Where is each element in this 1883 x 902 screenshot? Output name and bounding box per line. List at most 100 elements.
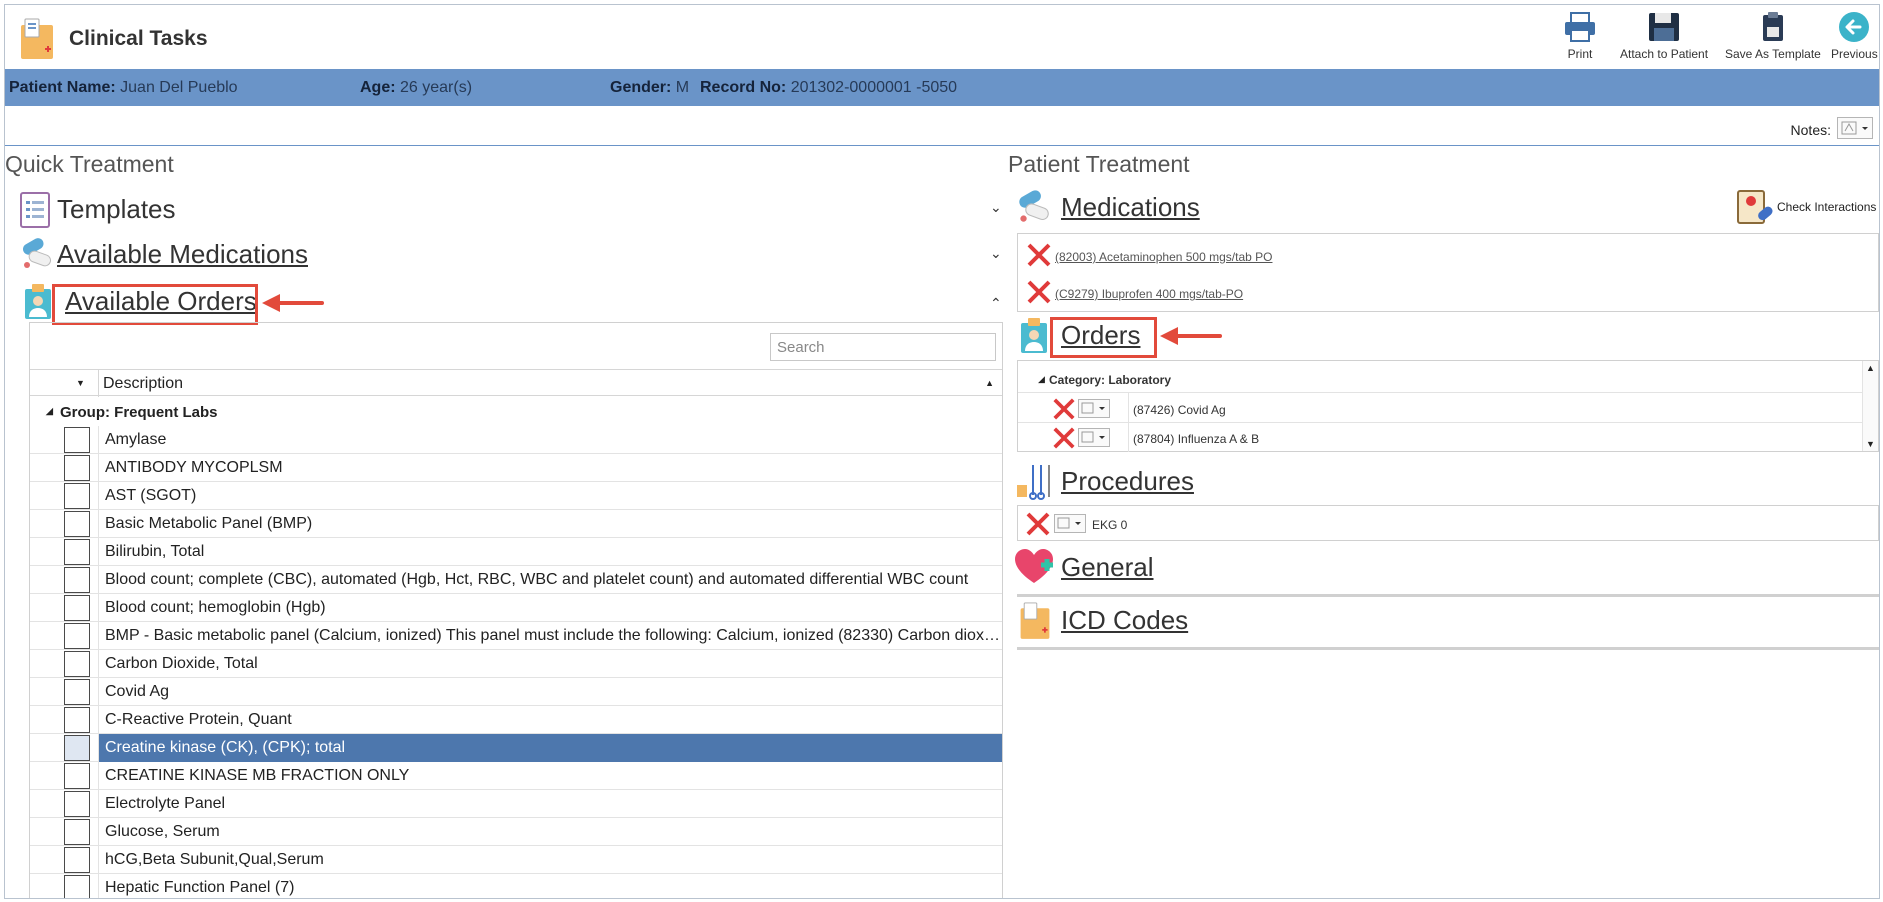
attach-to-patient-button[interactable]: Attach to Patient: [1620, 11, 1708, 61]
order-checkbox[interactable]: [64, 623, 90, 649]
order-row[interactable]: Blood count; complete (CBC), automated (…: [30, 566, 1002, 594]
order-description: Basic Metabolic Panel (BMP): [98, 510, 1002, 538]
order-row[interactable]: C-Reactive Protein, Quant: [30, 706, 1002, 734]
scroll-down-icon[interactable]: ▼: [1866, 439, 1875, 449]
order-row[interactable]: Blood count; hemoglobin (Hgb): [30, 594, 1002, 622]
medications-header[interactable]: Medications: [1015, 187, 1200, 227]
collapse-triangle-icon[interactable]: ◢: [1038, 374, 1045, 385]
order-note-dropdown[interactable]: [1078, 399, 1110, 418]
record-label: Record No:: [700, 79, 787, 96]
order-checkbox[interactable]: [64, 595, 90, 621]
medications-chevron-down-icon[interactable]: ⌄: [990, 245, 1002, 262]
check-interactions-button[interactable]: Check Interactions: [1735, 187, 1876, 227]
templates-header[interactable]: Templates: [19, 189, 176, 229]
sort-ascending-icon[interactable]: ▲: [985, 378, 994, 388]
order-row[interactable]: Bilirubin, Total: [30, 538, 1002, 566]
collapse-triangle-icon[interactable]: ◢: [46, 406, 53, 417]
procedures-list: EKG 0: [1017, 505, 1879, 541]
delete-x-icon[interactable]: [1026, 242, 1052, 268]
notes-dropdown[interactable]: [1837, 117, 1873, 139]
order-checkbox[interactable]: [64, 679, 90, 705]
order-checkbox[interactable]: [64, 819, 90, 845]
icd-codes-label: ICD Codes: [1061, 604, 1189, 635]
order-row[interactable]: CREATINE KINASE MB FRACTION ONLY: [30, 762, 1002, 790]
order-description: Hepatic Function Panel (7): [98, 874, 1002, 898]
procedures-label: Procedures: [1061, 465, 1194, 496]
order-checkbox[interactable]: [64, 763, 90, 789]
order-item-covid-ag: (87426) Covid Ag: [1133, 403, 1226, 417]
procedure-item-ekg: EKG 0: [1092, 518, 1128, 532]
templates-chevron-down-icon[interactable]: ⌄: [990, 199, 1002, 216]
available-medications-header[interactable]: Available Medications: [19, 235, 308, 273]
age-label: Age:: [360, 79, 396, 96]
order-description: AST (SGOT): [98, 482, 1002, 510]
order-checkbox[interactable]: [64, 791, 90, 817]
clinical-folder-icon: [21, 18, 53, 59]
order-checkbox[interactable]: [64, 567, 90, 593]
order-row[interactable]: Amylase: [30, 426, 1002, 454]
order-row[interactable]: Electrolyte Panel: [30, 790, 1002, 818]
order-description: Amylase: [98, 426, 1002, 454]
delete-x-icon[interactable]: [1025, 511, 1051, 537]
print-button[interactable]: Print: [1563, 11, 1597, 61]
delete-x-icon[interactable]: [1052, 426, 1076, 450]
order-row[interactable]: Basic Metabolic Panel (BMP): [30, 510, 1002, 538]
save-disk-icon: [1649, 13, 1680, 41]
procedures-header[interactable]: Procedures: [1015, 461, 1194, 501]
patient-gender: M: [675, 79, 690, 96]
pills-icon: [1019, 190, 1049, 222]
order-checkbox[interactable]: [64, 539, 90, 565]
order-note-dropdown[interactable]: [1078, 428, 1110, 447]
surgical-tools-icon: [1017, 465, 1050, 500]
order-checkbox[interactable]: [64, 707, 90, 733]
general-divider: [1017, 594, 1879, 597]
clinical-folder-icon: [1020, 602, 1050, 639]
save-as-template-button[interactable]: Save As Template: [1725, 11, 1821, 61]
order-checkbox[interactable]: [64, 651, 90, 677]
templates-clipboard-icon: [20, 192, 50, 228]
order-item-influenza: (87804) Influenza A & B: [1133, 432, 1260, 446]
order-checkbox[interactable]: [64, 511, 90, 537]
available-medications-label: Available Medications: [57, 238, 308, 269]
order-description: Glucose, Serum: [98, 818, 1002, 846]
order-row[interactable]: hCG,Beta Subunit,Qual,Serum: [30, 846, 1002, 874]
order-row[interactable]: BMP - Basic metabolic panel (Calcium, io…: [30, 622, 1002, 650]
order-row[interactable]: Hepatic Function Panel (7): [30, 874, 1002, 898]
order-description: CREATINE KINASE MB FRACTION ONLY: [98, 762, 1002, 790]
title-bar: Clinical Tasks Print Attach to Patient S…: [5, 5, 1879, 69]
order-row[interactable]: Creatine kinase (CK), (CPK); total: [30, 734, 1002, 762]
icd-codes-header[interactable]: ICD Codes: [1017, 599, 1188, 641]
order-checkbox[interactable]: [64, 735, 90, 761]
available-orders-grid: Search ▼ Description ▲ ◢ Group: Frequent…: [29, 322, 1003, 898]
scroll-up-icon[interactable]: ▲: [1866, 363, 1875, 373]
order-checkbox[interactable]: [64, 875, 90, 898]
medication-item-ibuprofen[interactable]: (C9279) Ibuprofen 400 mgs/tab-PO: [1055, 287, 1243, 301]
order-row[interactable]: Carbon Dioxide, Total: [30, 650, 1002, 678]
orders-search-input[interactable]: Search: [770, 333, 996, 361]
order-checkbox[interactable]: [64, 483, 90, 509]
delete-x-icon[interactable]: [1026, 279, 1052, 305]
group-frequent-labs[interactable]: ◢ Group: Frequent Labs: [30, 396, 1002, 426]
orders-scrollbar[interactable]: ▲ ▼: [1862, 361, 1878, 451]
procedure-note-dropdown[interactable]: [1054, 514, 1086, 533]
order-description: Bilirubin, Total: [98, 538, 1002, 566]
order-row[interactable]: Glucose, Serum: [30, 818, 1002, 846]
description-column-header[interactable]: Description: [98, 370, 183, 397]
general-label: General: [1061, 551, 1154, 582]
order-description: Covid Ag: [98, 678, 1002, 706]
order-checkbox[interactable]: [64, 455, 90, 481]
order-row[interactable]: Covid Ag: [30, 678, 1002, 706]
general-header[interactable]: General: [1013, 547, 1154, 587]
filter-dropdown-icon[interactable]: ▼: [76, 378, 85, 388]
delete-x-icon[interactable]: [1052, 397, 1076, 421]
medication-item-acetaminophen[interactable]: (82003) Acetaminophen 500 mgs/tab PO: [1055, 250, 1272, 264]
annotation-arrow-icon: [1160, 327, 1222, 345]
order-checkbox[interactable]: [64, 427, 90, 453]
orders-chevron-up-icon[interactable]: ⌃: [990, 295, 1002, 312]
order-row[interactable]: AST (SGOT): [30, 482, 1002, 510]
order-checkbox[interactable]: [64, 847, 90, 873]
notes-label: Notes:: [1790, 122, 1831, 138]
category-laboratory: Category: Laboratory: [1049, 373, 1172, 387]
previous-button[interactable]: Previous: [1831, 11, 1878, 61]
order-row[interactable]: ANTIBODY MYCOPLSM: [30, 454, 1002, 482]
